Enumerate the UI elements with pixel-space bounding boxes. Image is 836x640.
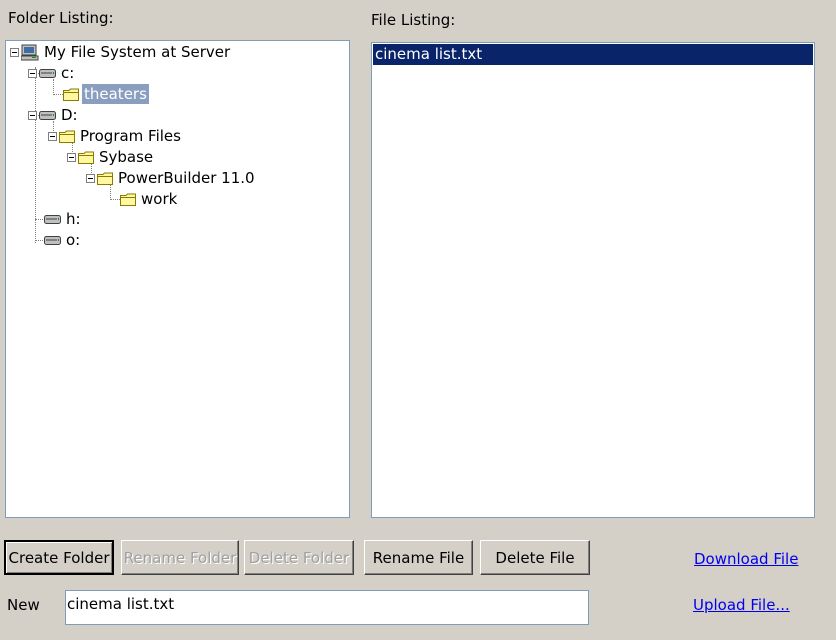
drive-icon: [39, 110, 56, 120]
folder-icon: [59, 130, 75, 143]
file-list[interactable]: cinema list.txt: [371, 42, 815, 518]
tree-label-drive-o: o:: [66, 231, 81, 249]
folder-listing-label: Folder Listing:: [8, 9, 114, 27]
folder-icon: [97, 172, 113, 185]
folder-icon: [78, 151, 94, 164]
drive-icon: [39, 68, 56, 78]
tree-label-root: My File System at Server: [44, 43, 231, 61]
tree-node-drive-d[interactable]: D:: [28, 105, 80, 125]
rename-folder-button[interactable]: Rename Folder: [121, 540, 239, 575]
upload-file-link[interactable]: Upload File...: [693, 596, 790, 614]
collapse-icon[interactable]: [48, 131, 57, 141]
tree-node-powerbuilder[interactable]: PowerBuilder 11.0: [86, 168, 257, 188]
tree-label-powerbuilder: PowerBuilder 11.0: [118, 169, 255, 187]
collapse-icon[interactable]: [67, 152, 76, 162]
drive-icon: [44, 214, 61, 224]
tree-label-program-files: Program Files: [80, 127, 181, 145]
collapse-icon[interactable]: [28, 68, 37, 78]
delete-file-button[interactable]: Delete File: [480, 540, 590, 575]
download-file-link[interactable]: Download File: [694, 550, 798, 568]
drive-icon: [44, 235, 61, 245]
tree-node-theaters[interactable]: theaters: [63, 84, 149, 104]
collapse-icon[interactable]: [10, 47, 19, 57]
tree-label-drive-c: c:: [61, 64, 75, 82]
tree-node-work[interactable]: work: [120, 189, 179, 209]
tree-label-theaters: theaters: [82, 84, 149, 104]
collapse-icon[interactable]: [86, 173, 95, 183]
file-row[interactable]: cinema list.txt: [373, 44, 813, 65]
tree-label-sybase: Sybase: [99, 148, 154, 166]
tree-node-drive-h[interactable]: h:: [44, 209, 83, 229]
folder-tree[interactable]: My File System at Server c: theaters D:: [5, 40, 350, 518]
tree-node-drive-o[interactable]: o:: [44, 230, 82, 250]
computer-icon: [21, 44, 39, 60]
file-listing-label: File Listing:: [371, 11, 456, 29]
tree-label-drive-h: h:: [66, 210, 81, 228]
tree-node-sybase[interactable]: Sybase: [67, 147, 155, 167]
tree-node-program-files[interactable]: Program Files: [48, 126, 183, 146]
tree-label-work: work: [141, 190, 178, 208]
delete-folder-button[interactable]: Delete Folder: [244, 540, 354, 575]
tree-label-drive-d: D:: [61, 106, 78, 124]
rename-file-button[interactable]: Rename File: [364, 540, 473, 575]
folder-icon: [63, 88, 79, 101]
tree-node-root[interactable]: My File System at Server: [10, 42, 232, 62]
create-folder-button[interactable]: Create Folder: [4, 540, 114, 575]
tree-node-drive-c[interactable]: c:: [28, 63, 76, 83]
folder-icon: [120, 193, 136, 206]
new-name-input[interactable]: cinema list.txt: [65, 590, 589, 625]
collapse-icon[interactable]: [28, 110, 37, 120]
new-name-label: New: [7, 596, 40, 614]
